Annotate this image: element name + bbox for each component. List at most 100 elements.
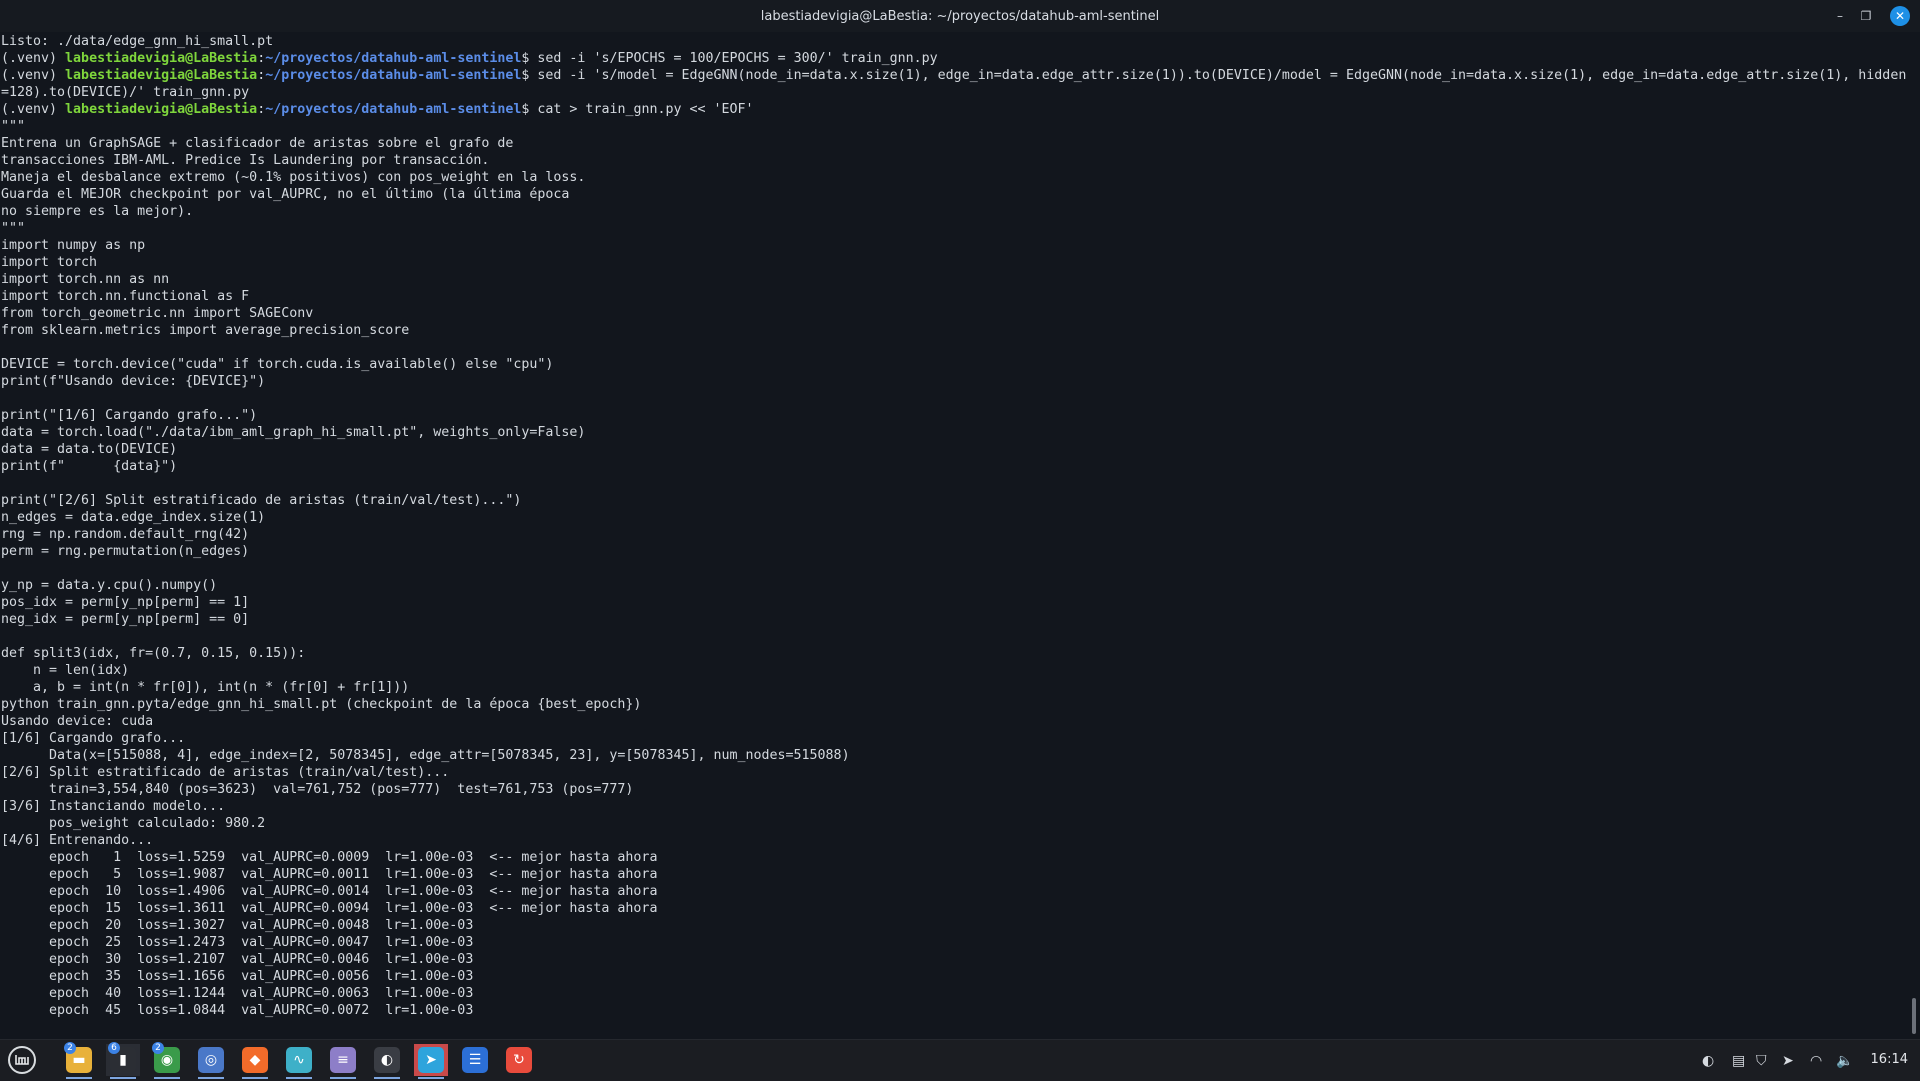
line-text: python train_gnn.pyta/edge_gnn_hi_small.…: [1, 697, 642, 712]
terminal-line: epoch 1 loss=1.5259 val_AUPRC=0.0009 lr=…: [1, 849, 1906, 866]
line-text: print("[2/6] Split estratificado de aris…: [1, 493, 522, 508]
terminal-line: epoch 30 loss=1.2107 val_AUPRC=0.0046 lr…: [1, 951, 1906, 968]
terminal-line: no siempre es la mejor).: [1, 203, 1906, 220]
taskbar-app-chrome[interactable]: ◉ 2: [150, 1042, 184, 1079]
terminal-line: import torch: [1, 254, 1906, 271]
running-indicator: [374, 1077, 400, 1079]
volume-icon[interactable]: 🔈: [1836, 1050, 1853, 1072]
taskbar-app-camera[interactable]: ◎: [194, 1044, 228, 1079]
title-bar[interactable]: labestiadevigia@LaBestia: ~/proyectos/da…: [0, 0, 1920, 32]
taskbar-app-terminal[interactable]: ▮ 6: [106, 1042, 140, 1079]
line-text: [1/6] Cargando grafo...: [1, 731, 186, 746]
clipboard-icon[interactable]: ▤: [1732, 1050, 1745, 1072]
terminal-line: from sklearn.metrics import average_prec…: [1, 322, 1906, 339]
prompt-user: labestiadevigia@LaBestia: [65, 102, 258, 117]
terminal-line: from torch_geometric.nn import SAGEConv: [1, 305, 1906, 322]
terminal-line: Maneja el desbalance extremo (~0.1% posi…: [1, 169, 1906, 186]
terminal-line: n = len(idx): [1, 662, 1906, 679]
prompt-separator: :: [257, 68, 266, 83]
prompt-user: labestiadevigia@LaBestia: [65, 51, 258, 66]
terminal-line: Listo: ./data/edge_gnn_hi_small.pt: [1, 33, 1906, 50]
running-indicator: [66, 1077, 92, 1079]
terminal-scrollbar[interactable]: [1912, 998, 1916, 1034]
terminal-line: print(f"Usando device: {DEVICE}"): [1, 373, 1906, 390]
telegram-icon: ➤: [418, 1047, 444, 1073]
line-text: neg_idx = perm[y_np[perm] == 0]: [1, 612, 250, 627]
line-text: [2/6] Split estratificado de aristas (tr…: [1, 765, 450, 780]
terminal-line: epoch 35 loss=1.1656 val_AUPRC=0.0056 lr…: [1, 968, 1906, 985]
maximize-button[interactable]: ❐: [1856, 6, 1876, 26]
window-count-badge: 6: [108, 1042, 120, 1054]
prompt-separator: :: [257, 102, 266, 117]
line-text: import numpy as np: [1, 238, 146, 253]
taskbar-app-notes[interactable]: ☰: [458, 1044, 492, 1076]
line-text: from torch_geometric.nn import SAGEConv: [1, 306, 314, 321]
terminal-line: epoch 45 loss=1.0844 val_AUPRC=0.0072 lr…: [1, 1002, 1906, 1019]
terminal-line: import torch.nn.functional as F: [1, 288, 1906, 305]
prompt-path: ~/proyectos/datahub-aml-sentinel: [265, 102, 522, 117]
taskbar-app-telegram[interactable]: ➤: [414, 1044, 448, 1079]
terminal-line: print("[1/6] Cargando grafo..."): [1, 407, 1906, 424]
line-text: epoch 10 loss=1.4906 val_AUPRC=0.0014 lr…: [1, 884, 658, 899]
running-indicator: [418, 1077, 444, 1079]
terminal-line: Guarda el MEJOR checkpoint por val_AUPRC…: [1, 186, 1906, 203]
taskbar-app-obs[interactable]: ◐: [370, 1044, 404, 1079]
telegram-tray-icon[interactable]: ➤: [1782, 1050, 1794, 1072]
line-text: import torch.nn as nn: [1, 272, 170, 287]
taskbar-app-backup[interactable]: ↻: [502, 1044, 536, 1076]
line-text: $ sed -i 's/EPOCHS = 100/EPOCHS = 300/' …: [521, 51, 938, 66]
running-indicator: [110, 1077, 136, 1079]
line-text: epoch 20 loss=1.3027 val_AUPRC=0.0048 lr…: [1, 918, 474, 933]
terminal-line: import numpy as np: [1, 237, 1906, 254]
notes-icon: ☰: [462, 1047, 488, 1073]
line-text: epoch 5 loss=1.9087 val_AUPRC=0.0011 lr=…: [1, 867, 658, 882]
line-text: Guarda el MEJOR checkpoint por val_AUPRC…: [1, 187, 570, 202]
line-text: print(f" {data}"): [1, 459, 178, 474]
terminal-line: [2/6] Split estratificado de aristas (tr…: [1, 764, 1906, 781]
prompt-venv: (.venv): [1, 68, 66, 83]
prompt-user: labestiadevigia@LaBestia: [65, 68, 258, 83]
line-text: =128).to(DEVICE)/' train_gnn.py: [1, 85, 250, 100]
minimize-button[interactable]: –: [1830, 6, 1850, 26]
line-text: """: [1, 221, 26, 236]
line-text: Maneja el desbalance extremo (~0.1% posi…: [1, 170, 586, 185]
line-text: pos_weight calculado: 980.2: [1, 816, 266, 831]
terminal-line: epoch 40 loss=1.1244 val_AUPRC=0.0063 lr…: [1, 985, 1906, 1002]
terminal-line: epoch 10 loss=1.4906 val_AUPRC=0.0014 lr…: [1, 883, 1906, 900]
brave-icon: ◆: [242, 1047, 268, 1073]
obs-tray-icon[interactable]: ◐: [1702, 1050, 1714, 1072]
taskbar-app-files[interactable]: ▬ 2: [62, 1042, 96, 1079]
running-indicator: [242, 1077, 268, 1079]
shield-icon[interactable]: ⛉: [1756, 1050, 1767, 1072]
mint-logo: [15, 1055, 29, 1065]
close-button[interactable]: ✕: [1890, 6, 1910, 26]
taskbar-app-brave[interactable]: ◆: [238, 1044, 272, 1079]
wifi-icon[interactable]: ◠: [1810, 1050, 1822, 1072]
line-text: import torch: [1, 255, 98, 270]
terminal-line: (.venv) labestiadevigia@LaBestia:~/proye…: [1, 50, 1906, 67]
line-text: import torch.nn.functional as F: [1, 289, 250, 304]
mint-menu-icon: [8, 1046, 36, 1074]
clock[interactable]: 16:14: [1871, 1052, 1908, 1067]
terminal-line: =128).to(DEVICE)/' train_gnn.py: [1, 84, 1906, 101]
line-text: $ sed -i 's/model = EdgeGNN(node_in=data…: [521, 68, 1906, 83]
running-indicator: [198, 1077, 224, 1079]
terminal-output[interactable]: Listo: ./data/edge_gnn_hi_small.pt (.venv…: [1, 33, 1906, 1037]
text-editor-icon: ≡: [330, 1047, 356, 1073]
terminal-line: Data(x=[515088, 4], edge_index=[2, 50783…: [1, 747, 1906, 764]
terminal-line: y_np = data.y.cpu().numpy(): [1, 577, 1906, 594]
backup-icon: ↻: [506, 1047, 532, 1073]
terminal-line: import torch.nn as nn: [1, 271, 1906, 288]
taskbar-app-text-editor[interactable]: ≡: [326, 1044, 360, 1079]
mint-menu-button[interactable]: [5, 1044, 39, 1076]
line-text: """: [1, 119, 26, 134]
line-text: no siempre es la mejor).: [1, 204, 194, 219]
line-text: pos_idx = perm[y_np[perm] == 1]: [1, 595, 250, 610]
terminal-line: print("[2/6] Split estratificado de aris…: [1, 492, 1906, 509]
running-indicator: [286, 1077, 312, 1079]
line-text: epoch 40 loss=1.1244 val_AUPRC=0.0063 lr…: [1, 986, 474, 1001]
terminal-line: transacciones IBM-AML. Predice Is Launde…: [1, 152, 1906, 169]
taskbar-app-system-monitor[interactable]: ∿: [282, 1044, 316, 1079]
